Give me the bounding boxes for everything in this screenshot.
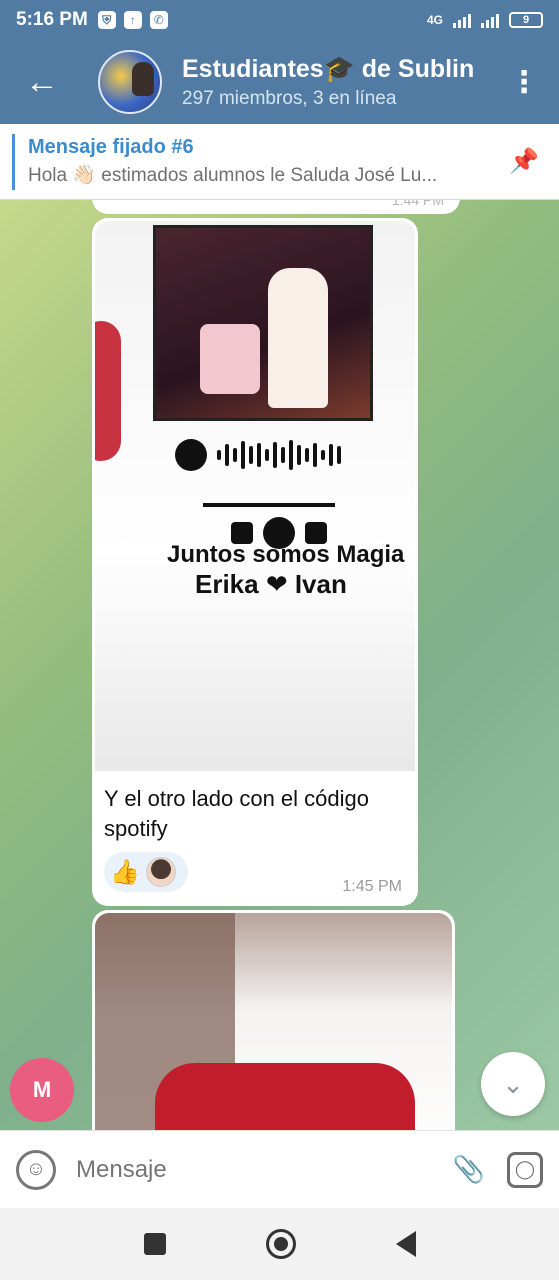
network-label: 4G [426, 13, 443, 27]
mug-red-print-2 [155, 1063, 415, 1130]
notification-icons: ⛨ ↑ ✆ [97, 11, 168, 29]
shield-icon: ⛨ [97, 11, 116, 29]
system-nav-bar [0, 1208, 559, 1280]
spotify-wave [217, 440, 341, 470]
next-message-photo[interactable] [95, 913, 452, 1130]
signal-icon-2 [481, 12, 499, 28]
emoji-smile-icon[interactable]: ☺ [16, 1149, 56, 1190]
chat-subtitle: 297 miembros, 3 en línea [182, 87, 397, 109]
previous-message-time: 1:44 PM [391, 200, 444, 208]
pinned-preview: Hola 👋🏻 estimados alumnos le Saluda José… [28, 165, 438, 186]
next-message-bubble[interactable] [92, 910, 455, 1130]
battery-icon: 9 [509, 12, 543, 28]
sender-avatar-letter: M [32, 1077, 52, 1102]
message-reactions[interactable]: 👍 [104, 852, 188, 892]
message-input-bar: ☺ 📎 ◯ [0, 1130, 559, 1208]
pinned-text-block: Mensaje fijado #6 Hola 👋🏻 estimados alum… [28, 136, 489, 187]
message-bubble[interactable]: Juntos somos Magia Erika ❤ Ivan Y el otr… [92, 218, 418, 906]
previous-message-bubble[interactable]: 1:44 PM [92, 200, 460, 214]
pinned-list-icon[interactable]: 📌 [489, 147, 559, 176]
chat-header: ← Estudiantes🎓 de Sublin 297 miembros, 3… [0, 40, 559, 124]
chat-title-block[interactable]: Estudiantes🎓 de Sublin 297 miembros, 3 e… [182, 55, 489, 110]
paperclip-icon[interactable]: 📎 [447, 1148, 491, 1192]
reactor-avatar [145, 857, 176, 887]
sender-avatar[interactable]: M [10, 1058, 74, 1122]
mug-text-line1: Juntos somos Magia [167, 541, 405, 568]
pinned-title: Mensaje fijado #6 [28, 136, 194, 158]
message-time: 1:45 PM [342, 878, 402, 895]
recents-square-icon[interactable] [143, 1233, 166, 1255]
message-photo[interactable]: Juntos somos Magia Erika ❤ Ivan [95, 221, 415, 771]
mug-printed-photo [153, 225, 373, 421]
status-indicators: 4G 9 [427, 12, 543, 28]
chat-title: Estudiantes🎓 de Sublin [182, 54, 475, 83]
battery-level: 9 [522, 14, 530, 26]
mug-progress-bar [203, 503, 335, 507]
upload-icon: ↑ [123, 11, 142, 29]
signal-icon [453, 12, 471, 28]
scroll-down-chevron-icon[interactable]: ⌄ [481, 1052, 545, 1116]
spotify-code [175, 439, 341, 471]
status-bar: 5:16 PM ⛨ ↑ ✆ 4G 9 [0, 0, 559, 40]
thumbs-up-icon: 👍 [110, 858, 140, 886]
message-caption: Y el otro lado con el código spotify [104, 786, 369, 841]
camera-icon[interactable]: ◯ [507, 1151, 543, 1188]
status-time: 5:16 PM [16, 9, 88, 30]
phone-icon: ✆ [149, 11, 168, 29]
pinned-indicator [12, 133, 15, 190]
mug-text-line2: Erika ❤ Ivan [195, 569, 347, 599]
more-menu-icon[interactable]: ⋮ [489, 65, 559, 100]
home-circle-icon[interactable] [265, 1229, 296, 1259]
back-triangle-icon[interactable] [395, 1231, 416, 1257]
chat-area[interactable]: 1:44 PM Juntos somos Magia Erika ❤ Ivan … [0, 200, 559, 1130]
spotify-logo-icon [175, 439, 207, 471]
message-input[interactable] [76, 1149, 431, 1190]
group-avatar[interactable] [98, 50, 162, 114]
mug-red-print [95, 321, 121, 461]
pinned-message-bar[interactable]: Mensaje fijado #6 Hola 👋🏻 estimados alum… [0, 124, 559, 200]
back-arrow-icon[interactable]: ← [0, 40, 84, 124]
